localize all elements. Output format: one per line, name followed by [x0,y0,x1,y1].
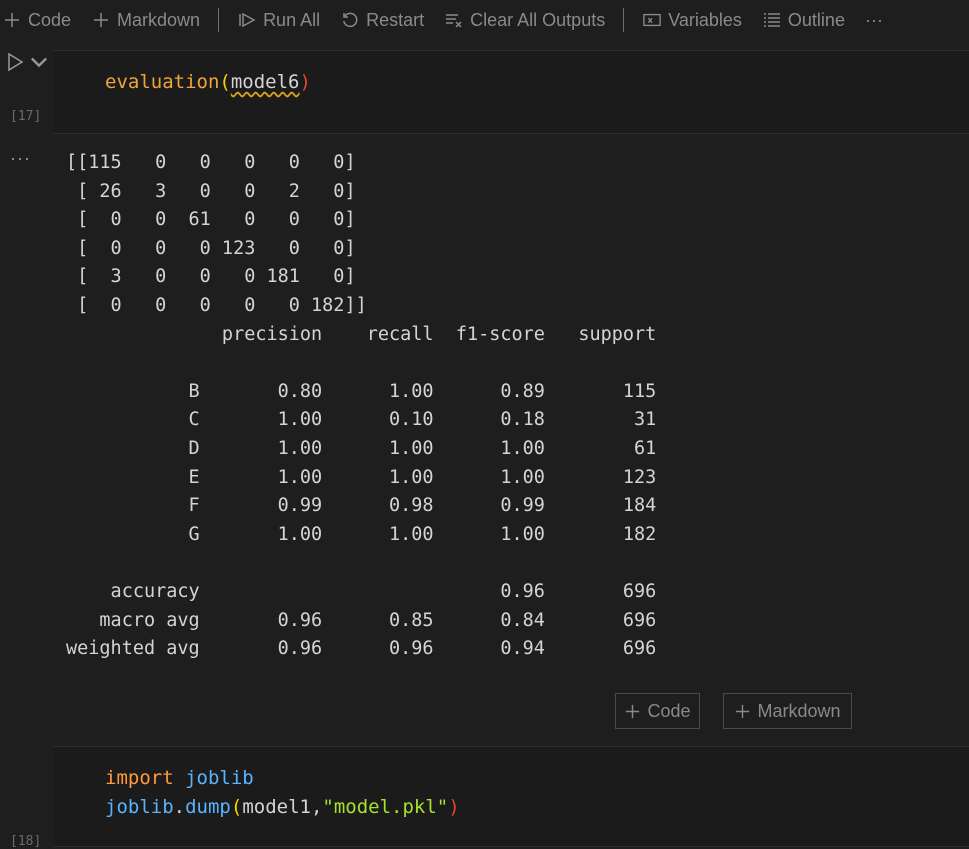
restart-label: Restart [366,9,425,30]
run-all-icon [237,10,257,30]
variables-icon [642,10,662,30]
paren-open: ( [230,796,243,818]
function-name: evaluation [105,71,220,93]
insert-code-label: Code [647,700,691,721]
notebook-toolbar: Code Markdown Run All Restart Clear All … [0,0,969,40]
toolbar-divider [623,8,625,32]
paren-close: ) [299,71,311,93]
run-cell-button[interactable] [6,52,48,72]
code-cell[interactable]: evaluation(model6) [53,50,969,134]
paren-close: ) [448,796,460,818]
clear-all-outputs-label: Clear All Outputs [470,9,606,30]
code-line[interactable]: joblib.dump(model1,"model.pkl") [105,793,460,821]
paren-open: ( [219,71,231,93]
restart-icon [340,10,360,30]
insert-markdown-cell-button[interactable]: Markdown [723,693,852,729]
restart-button[interactable]: Restart [330,0,434,40]
code-line[interactable]: evaluation(model6) [105,68,311,96]
variables-label: Variables [668,9,742,30]
run-all-label: Run All [263,9,321,30]
clear-all-outputs-button[interactable]: Clear All Outputs [434,0,615,40]
insert-code-cell-button[interactable]: Code [615,693,700,729]
clear-outputs-icon [444,10,464,30]
add-markdown-label: Markdown [117,9,201,30]
play-icon [8,52,24,72]
outline-icon [762,10,782,30]
comma: , [310,796,323,818]
insert-markdown-label: Markdown [757,700,841,721]
plus-icon [2,10,22,30]
execution-count: [17] [10,109,42,124]
add-code-cell-button[interactable]: Code [0,0,81,40]
argument-model1: model1 [242,796,311,818]
module-name: joblib [105,796,174,818]
code-cell[interactable]: import joblib joblib.dump(model1,"model.… [53,746,969,847]
run-all-button[interactable]: Run All [227,0,330,40]
function-name: dump [185,796,231,818]
execution-count: [18] [10,834,42,849]
code-line[interactable]: import joblib [105,764,254,792]
string-literal: "model.pkl" [322,796,449,818]
output-more-icon[interactable]: ··· [10,148,31,169]
outline-button[interactable]: Outline [752,0,855,40]
more-icon: ··· [864,9,883,30]
argument-model6: model6 [230,71,300,93]
add-markdown-cell-button[interactable]: Markdown [81,0,210,40]
chevron-down-icon [30,57,48,68]
outline-label: Outline [787,9,845,30]
more-actions-button[interactable]: ··· [855,0,893,40]
module-name: joblib [185,767,254,789]
plus-icon [626,704,640,718]
plus-icon [91,10,111,30]
keyword-import: import [105,767,174,789]
dot: . [173,796,186,818]
variables-button[interactable]: Variables [632,0,752,40]
cell-output: [[115 0 0 0 0 0] [ 26 3 0 0 2 0] [ 0 0 6… [66,152,657,660]
toolbar-divider [218,8,220,32]
add-code-label: Code [28,9,72,30]
plus-icon [736,704,750,718]
